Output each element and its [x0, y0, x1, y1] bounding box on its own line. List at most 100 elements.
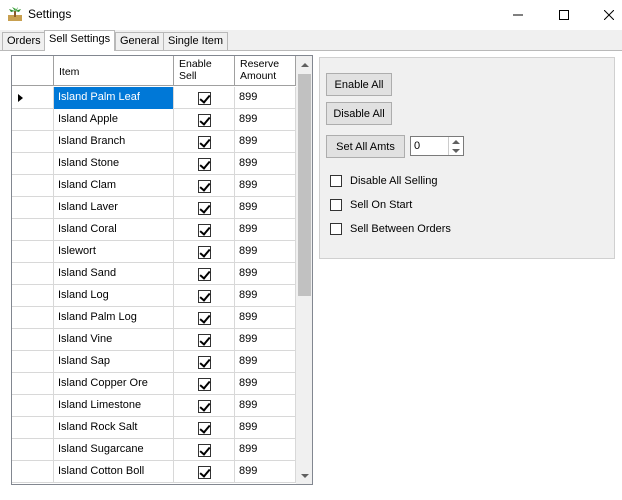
items-grid[interactable]: Item Enable Sell Reserve Amount Island P…: [11, 55, 313, 485]
reserve-amount-cell[interactable]: 899: [235, 197, 296, 219]
item-name-cell[interactable]: Island Laver: [54, 197, 174, 219]
table-row[interactable]: Island Log 899: [12, 285, 296, 307]
column-header-item[interactable]: Item: [54, 56, 174, 86]
item-name-cell[interactable]: Island Branch: [54, 131, 174, 153]
amount-spinner[interactable]: 0: [410, 136, 464, 156]
row-header[interactable]: [12, 263, 54, 285]
item-name-cell[interactable]: Island Sugarcane: [54, 439, 174, 461]
table-row[interactable]: Island Sugarcane 899: [12, 439, 296, 461]
table-row[interactable]: Island Rock Salt 899: [12, 417, 296, 439]
scroll-thumb[interactable]: [298, 74, 311, 296]
item-name-cell[interactable]: Island Log: [54, 285, 174, 307]
scroll-up-button[interactable]: [296, 56, 312, 73]
item-name-cell[interactable]: Island Limestone: [54, 395, 174, 417]
enable-sell-checkbox[interactable]: [197, 113, 211, 127]
item-name-cell[interactable]: Island Sap: [54, 351, 174, 373]
scroll-down-button[interactable]: [296, 467, 312, 484]
table-row[interactable]: Island Laver 899: [12, 197, 296, 219]
reserve-amount-cell[interactable]: 899: [235, 285, 296, 307]
table-row[interactable]: Island Vine 899: [12, 329, 296, 351]
reserve-amount-cell[interactable]: 899: [235, 329, 296, 351]
amount-value[interactable]: 0: [414, 140, 420, 152]
disable-all-button[interactable]: Disable All: [326, 102, 392, 125]
reserve-amount-cell[interactable]: 899: [235, 87, 296, 109]
item-name-cell[interactable]: Island Cotton Boll: [54, 461, 174, 483]
reserve-amount-cell[interactable]: 899: [235, 461, 296, 483]
table-row[interactable]: Island Copper Ore 899: [12, 373, 296, 395]
enable-sell-checkbox[interactable]: [197, 311, 211, 325]
row-header[interactable]: [12, 439, 54, 461]
column-header-reserve-amount[interactable]: Reserve Amount: [235, 56, 296, 86]
enable-sell-checkbox[interactable]: [197, 289, 211, 303]
item-name-cell[interactable]: Island Coral: [54, 219, 174, 241]
row-header[interactable]: [12, 351, 54, 373]
reserve-amount-cell[interactable]: 899: [235, 307, 296, 329]
item-name-cell[interactable]: Island Sand: [54, 263, 174, 285]
table-row[interactable]: Island Stone 899: [12, 153, 296, 175]
enable-sell-checkbox[interactable]: [197, 245, 211, 259]
spinner-down-button[interactable]: [449, 146, 463, 155]
table-row[interactable]: Island Limestone 899: [12, 395, 296, 417]
table-row[interactable]: Island Sand 899: [12, 263, 296, 285]
enable-sell-checkbox[interactable]: [197, 355, 211, 369]
row-header[interactable]: [12, 219, 54, 241]
enable-all-button[interactable]: Enable All: [326, 73, 392, 96]
reserve-amount-cell[interactable]: 899: [235, 109, 296, 131]
row-header[interactable]: [12, 153, 54, 175]
reserve-amount-cell[interactable]: 899: [235, 439, 296, 461]
reserve-amount-cell[interactable]: 899: [235, 153, 296, 175]
enable-sell-checkbox[interactable]: [197, 267, 211, 281]
column-header-enable-sell[interactable]: Enable Sell: [174, 56, 235, 86]
reserve-amount-cell[interactable]: 899: [235, 395, 296, 417]
row-header[interactable]: [12, 131, 54, 153]
maximize-button[interactable]: [541, 0, 587, 30]
reserve-amount-cell[interactable]: 899: [235, 351, 296, 373]
sell-between-orders-option[interactable]: Sell Between Orders: [330, 221, 451, 237]
enable-sell-checkbox[interactable]: [197, 399, 211, 413]
row-header[interactable]: [12, 175, 54, 197]
table-row[interactable]: Island Clam 899: [12, 175, 296, 197]
table-row[interactable]: Island Apple 899: [12, 109, 296, 131]
enable-sell-checkbox[interactable]: [197, 135, 211, 149]
row-header[interactable]: [12, 373, 54, 395]
row-header[interactable]: [12, 461, 54, 483]
enable-sell-checkbox[interactable]: [197, 91, 211, 105]
tab-general[interactable]: General: [115, 32, 165, 50]
enable-sell-checkbox[interactable]: [197, 421, 211, 435]
enable-sell-checkbox[interactable]: [197, 179, 211, 193]
item-name-cell[interactable]: Island Vine: [54, 329, 174, 351]
tab-orders[interactable]: Orders: [2, 32, 46, 50]
reserve-amount-cell[interactable]: 899: [235, 131, 296, 153]
reserve-amount-cell[interactable]: 899: [235, 263, 296, 285]
table-row[interactable]: Islewort 899: [12, 241, 296, 263]
enable-sell-checkbox[interactable]: [197, 201, 211, 215]
vertical-scrollbar[interactable]: [296, 56, 312, 484]
sell-on-start-option[interactable]: Sell On Start: [330, 197, 412, 213]
row-header[interactable]: [12, 307, 54, 329]
enable-sell-checkbox[interactable]: [197, 157, 211, 171]
item-name-cell[interactable]: Islewort: [54, 241, 174, 263]
row-header[interactable]: [12, 109, 54, 131]
row-header[interactable]: [12, 87, 54, 109]
reserve-amount-cell[interactable]: 899: [235, 175, 296, 197]
close-button[interactable]: [586, 0, 622, 30]
item-name-cell[interactable]: Island Rock Salt: [54, 417, 174, 439]
row-header[interactable]: [12, 329, 54, 351]
item-name-cell[interactable]: Island Clam: [54, 175, 174, 197]
row-header[interactable]: [12, 241, 54, 263]
item-name-cell[interactable]: Island Palm Leaf: [54, 87, 174, 109]
table-row[interactable]: Island Palm Leaf 899: [12, 87, 296, 109]
enable-sell-checkbox[interactable]: [197, 443, 211, 457]
enable-sell-checkbox[interactable]: [197, 333, 211, 347]
table-row[interactable]: Island Coral 899: [12, 219, 296, 241]
disable-all-selling-checkbox[interactable]: [330, 175, 342, 187]
reserve-amount-cell[interactable]: 899: [235, 219, 296, 241]
enable-sell-checkbox[interactable]: [197, 377, 211, 391]
reserve-amount-cell[interactable]: 899: [235, 417, 296, 439]
item-name-cell[interactable]: Island Apple: [54, 109, 174, 131]
tab-sell-settings[interactable]: Sell Settings: [44, 30, 116, 51]
table-row[interactable]: Island Cotton Boll 899: [12, 461, 296, 483]
tab-single-item[interactable]: Single Item: [163, 32, 229, 50]
enable-sell-checkbox[interactable]: [197, 465, 211, 479]
table-row[interactable]: Island Branch 899: [12, 131, 296, 153]
